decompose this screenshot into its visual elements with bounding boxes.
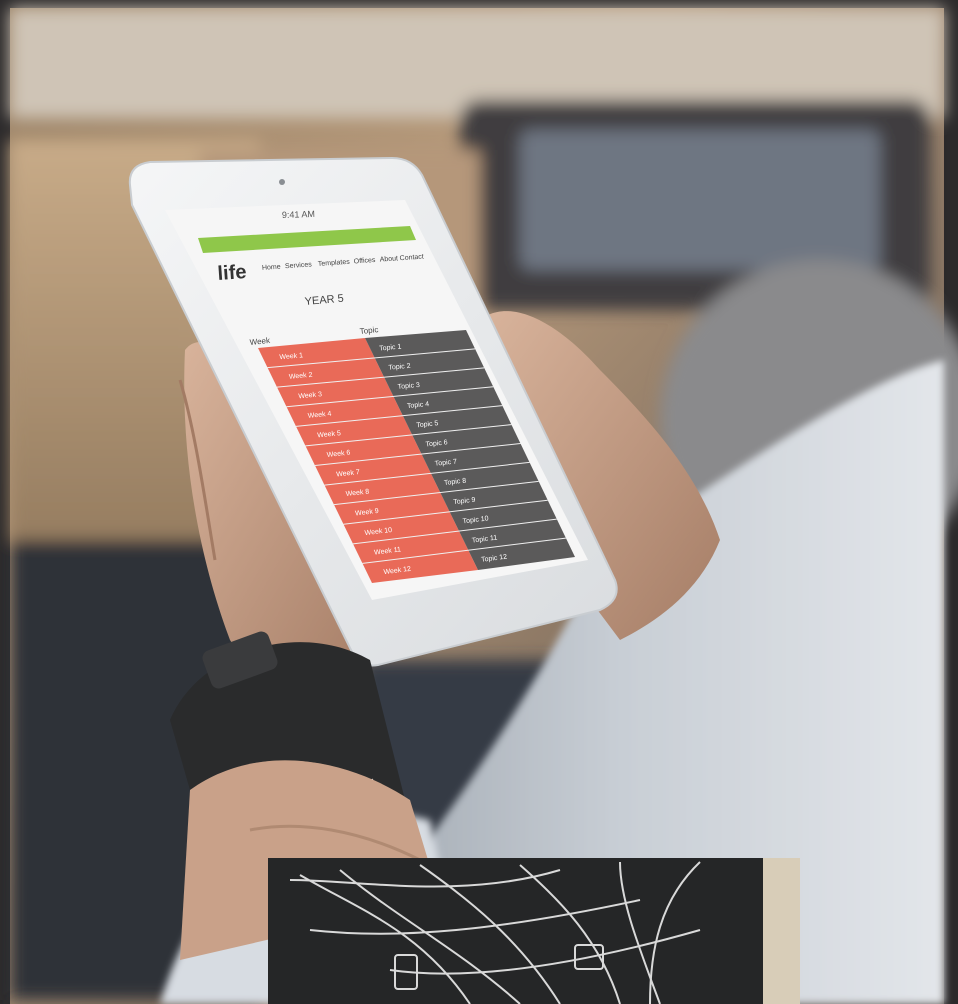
photo-scene: 9:41 AM life Home Services Templates Off… xyxy=(0,0,958,1004)
status-time: 9:41 AM xyxy=(282,209,315,220)
book-pages xyxy=(760,858,800,1004)
photo-svg: 9:41 AM life Home Services Templates Off… xyxy=(0,0,958,1004)
nav-item-about[interactable]: About xyxy=(379,255,398,263)
logo: life xyxy=(217,261,247,285)
book xyxy=(268,858,800,1004)
nav-item-home[interactable]: Home xyxy=(262,264,281,272)
camera-dot xyxy=(279,179,285,185)
